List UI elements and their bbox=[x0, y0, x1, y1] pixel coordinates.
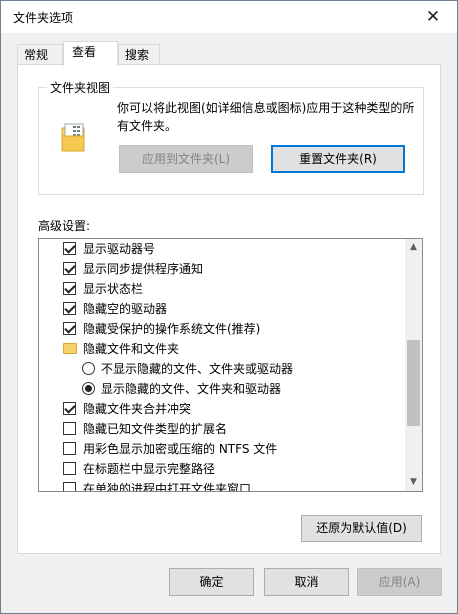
item-label: 隐藏文件夹合并冲突 bbox=[83, 402, 192, 416]
ok-button[interactable]: 确定 bbox=[169, 568, 254, 596]
folder-view-group: 文件夹视图 你可以将此视图(如详细信息或图标)应用于这种类型的所有文件夹。 应用… bbox=[38, 79, 424, 195]
item-label: 隐藏受保护的操作系统文件(推荐) bbox=[83, 322, 261, 336]
restore-defaults-label: 还原为默认值(D) bbox=[316, 521, 407, 535]
checkbox[interactable] bbox=[63, 262, 76, 275]
item-label: 用彩色显示加密或压缩的 NTFS 文件 bbox=[83, 442, 278, 456]
item-label: 隐藏已知文件类型的扩展名 bbox=[83, 422, 228, 436]
tab-view[interactable]: 查看 bbox=[63, 41, 118, 66]
tab-search[interactable]: 搜索 bbox=[118, 44, 160, 65]
scroll-down-icon[interactable]: ▼ bbox=[405, 474, 422, 491]
title-bar: 文件夹选项 ✕ bbox=[1, 1, 457, 33]
apply-label: 应用(A) bbox=[378, 575, 421, 589]
advanced-settings-label: 高级设置: bbox=[38, 219, 91, 233]
folder-view-description: 你可以将此视图(如详细信息或图标)应用于这种类型的所有文件夹。 bbox=[117, 101, 415, 133]
item-label: 隐藏空的驱动器 bbox=[83, 302, 168, 316]
tab-view-label: 查看 bbox=[72, 45, 97, 59]
restore-defaults-button[interactable]: 还原为默认值(D) bbox=[301, 515, 422, 542]
folder-options-dialog: 文件夹选项 ✕ 常规 查看 搜索 文件夹视图 你可以将此视图(如详细信息或图标)… bbox=[0, 0, 458, 614]
item-label: 显示隐藏的文件、文件夹和驱动器 bbox=[101, 382, 282, 396]
radio-button[interactable] bbox=[82, 362, 95, 375]
cancel-label: 取消 bbox=[294, 575, 319, 589]
advanced-settings-list[interactable]: 显示驱动器号 显示同步提供程序通知 显示状态栏 隐藏空的驱动器 隐藏受保护的操作… bbox=[38, 238, 423, 492]
checkbox[interactable] bbox=[63, 442, 76, 455]
scrollbar-thumb[interactable] bbox=[407, 340, 420, 426]
checkbox[interactable] bbox=[63, 242, 76, 255]
tab-search-label: 搜索 bbox=[125, 48, 150, 62]
item-label: 隐藏文件和文件夹 bbox=[83, 342, 180, 356]
item-label: 不显示隐藏的文件、文件夹或驱动器 bbox=[101, 362, 294, 376]
checkbox[interactable] bbox=[63, 282, 76, 295]
checkbox[interactable] bbox=[63, 482, 76, 491]
apply-to-folders-label: 应用到文件夹(L) bbox=[141, 152, 231, 166]
scroll-up-icon[interactable]: ▲ bbox=[405, 239, 422, 256]
ok-label: 确定 bbox=[199, 575, 224, 589]
apply-to-folders-button[interactable]: 应用到文件夹(L) bbox=[119, 145, 253, 173]
item-label: 在单独的进程中打开文件夹窗口 bbox=[83, 482, 252, 492]
window-title: 文件夹选项 bbox=[13, 11, 74, 25]
folder-view-icon bbox=[61, 123, 85, 152]
item-label: 显示同步提供程序通知 bbox=[83, 262, 204, 276]
checkbox[interactable] bbox=[63, 462, 76, 475]
checkbox[interactable] bbox=[63, 302, 76, 315]
close-icon[interactable]: ✕ bbox=[419, 5, 447, 29]
checkbox[interactable] bbox=[63, 322, 76, 335]
vertical-scrollbar[interactable]: ▲ ▼ bbox=[405, 239, 422, 491]
reset-folders-label: 重置文件夹(R) bbox=[299, 152, 377, 166]
folder-view-group-label: 文件夹视图 bbox=[47, 79, 114, 96]
cancel-button[interactable]: 取消 bbox=[264, 568, 349, 596]
reset-folders-button[interactable]: 重置文件夹(R) bbox=[271, 145, 405, 173]
checkbox[interactable] bbox=[63, 422, 76, 435]
folder-icon bbox=[63, 343, 77, 354]
checkbox[interactable] bbox=[63, 402, 76, 415]
tab-general[interactable]: 常规 bbox=[17, 44, 63, 65]
item-label: 显示状态栏 bbox=[83, 282, 144, 296]
item-label: 在标题栏中显示完整路径 bbox=[83, 462, 216, 476]
tab-panel-view: 文件夹视图 你可以将此视图(如详细信息或图标)应用于这种类型的所有文件夹。 应用… bbox=[17, 64, 441, 554]
radio-button[interactable] bbox=[82, 382, 95, 395]
item-label: 显示驱动器号 bbox=[83, 242, 156, 256]
tab-general-label: 常规 bbox=[24, 48, 49, 62]
apply-button[interactable]: 应用(A) bbox=[357, 568, 442, 596]
